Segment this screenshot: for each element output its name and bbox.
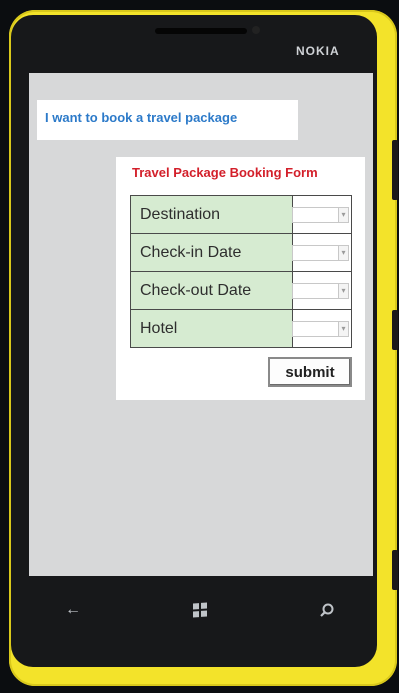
chat-message-text: I want to book a travel package bbox=[45, 110, 238, 125]
field-label: Hotel bbox=[129, 309, 294, 348]
camera-button bbox=[392, 550, 398, 590]
chevron-down-icon: ▾ bbox=[338, 246, 348, 260]
form-row-check-out: Check-out Date ▾ bbox=[129, 271, 352, 310]
hotel-cell: ▾ bbox=[292, 309, 352, 348]
form-row-destination: Destination ▾ bbox=[129, 195, 352, 234]
phone-navigation-bar: ← bbox=[29, 576, 373, 644]
chevron-down-icon: ▾ bbox=[338, 208, 348, 222]
chat-message-bubble: I want to book a travel package bbox=[37, 100, 298, 140]
hotel-select[interactable]: ▾ bbox=[292, 321, 349, 337]
search-icon[interactable] bbox=[315, 598, 339, 622]
phone-screen: I want to book a travel package Travel P… bbox=[29, 73, 373, 576]
back-arrow-icon[interactable]: ← bbox=[61, 598, 85, 622]
field-label: Check-out Date bbox=[129, 271, 294, 310]
form-row-hotel: Hotel ▾ bbox=[129, 309, 352, 348]
brand-logo: NOKIA bbox=[296, 44, 340, 58]
booking-form-card: Travel Package Booking Form Destination … bbox=[116, 157, 365, 400]
front-camera bbox=[252, 26, 260, 34]
form-title: Travel Package Booking Form bbox=[132, 165, 318, 180]
windows-logo-icon[interactable] bbox=[189, 598, 213, 622]
check-in-date-select[interactable]: ▾ bbox=[292, 245, 349, 261]
power-button bbox=[392, 310, 398, 350]
field-label: Destination bbox=[129, 195, 294, 234]
chevron-down-icon: ▾ bbox=[338, 284, 348, 298]
check-out-cell: ▾ bbox=[292, 271, 352, 310]
submit-button[interactable]: submit bbox=[268, 357, 352, 387]
chevron-down-icon: ▾ bbox=[338, 322, 348, 336]
volume-button bbox=[392, 140, 398, 200]
earpiece-speaker bbox=[155, 28, 247, 34]
check-out-date-select[interactable]: ▾ bbox=[292, 283, 349, 299]
form-row-check-in: Check-in Date ▾ bbox=[129, 233, 352, 272]
destination-select[interactable]: ▾ bbox=[292, 207, 349, 223]
destination-cell: ▾ bbox=[292, 195, 352, 234]
windows-logo-grid bbox=[193, 602, 207, 618]
field-label: Check-in Date bbox=[129, 233, 294, 272]
booking-form-table: Destination ▾ Check-in Date ▾ Check-out … bbox=[129, 195, 352, 348]
check-in-cell: ▾ bbox=[292, 233, 352, 272]
